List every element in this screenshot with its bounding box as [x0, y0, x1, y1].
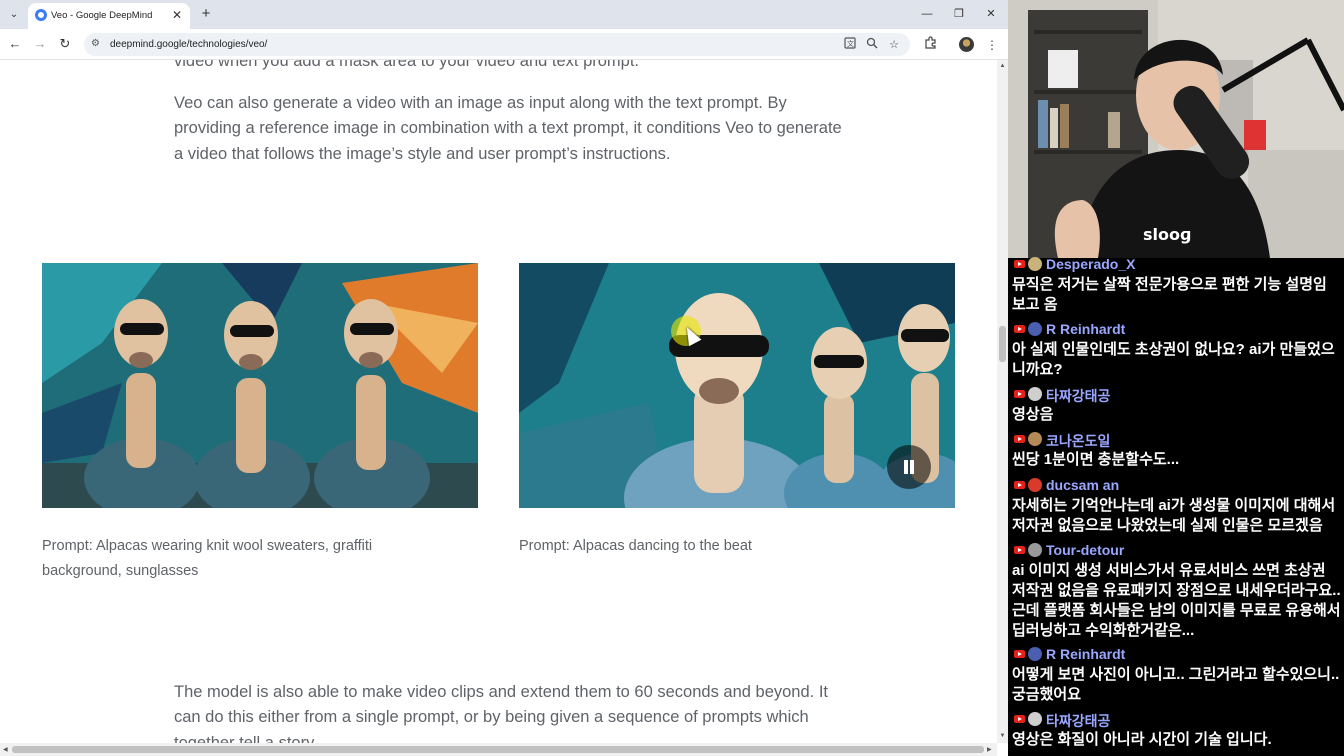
new-tab-button[interactable]: +: [197, 5, 215, 23]
chat-text: 어떻게 보면 사진이 아니고.. 그린거라고 할수있으니.. 궁금했어요: [1012, 666, 1340, 703]
pause-button[interactable]: [887, 445, 931, 489]
chat-message: 타짜강태공 영상음: [1012, 385, 1342, 425]
chat-username: 코나온도일: [1046, 433, 1111, 449]
url-text[interactable]: deepmind.google/technologies/veo/: [110, 39, 267, 50]
tab-close-icon[interactable]: ✕: [169, 7, 185, 23]
paragraph-extend-clips: The model is also able to make video cli…: [174, 683, 828, 743]
deepmind-favicon-icon: [35, 9, 47, 21]
scroll-down-icon[interactable]: ▼: [999, 733, 1006, 739]
live-chat: Desperado_X 뮤직은 저거는 살짝 전문가용으로 편한 기능 설명임 …: [1008, 255, 1344, 756]
youtube-icon: [1014, 390, 1025, 398]
avatar: [1028, 322, 1042, 336]
tab-search-icon[interactable]: ⌄: [5, 6, 23, 24]
youtube-icon: [1014, 546, 1025, 554]
chat-text: 뮤직은 저거는 살짝 전문가용으로 편한 기능 설명임 보고 옴: [1012, 276, 1327, 313]
chat-message: R Reinhardt 아 실제 인물인데도 초상권이 없나요? ai가 만들었…: [1012, 320, 1342, 380]
extensions-icon[interactable]: [921, 36, 939, 54]
minimize-button[interactable]: —: [916, 5, 938, 23]
stream-overlay: slooɡ Desperado_X 뮤직은 저거는 살짝 전문가용으로 편한 기…: [1008, 0, 1344, 756]
chat-message: Tour-detour ai 이미지 생성 서비스가서 유료서비스 쓰면 초상권…: [1012, 541, 1342, 641]
youtube-icon: [1014, 715, 1025, 723]
avatar: [1028, 432, 1042, 446]
paragraph-mask: video when you add a mask area to your v…: [174, 60, 640, 70]
profile-avatar[interactable]: [959, 37, 974, 52]
chat-username: 타짜강태공: [1046, 388, 1111, 404]
avatar: [1028, 387, 1042, 401]
avatar: [1028, 257, 1042, 271]
alpacas-sweaters-image: [42, 263, 478, 508]
horizontal-scroll-thumb[interactable]: [12, 746, 984, 753]
browser-toolbar: ← → ↻ ⚙ deepmind.google/technologies/veo…: [0, 29, 1008, 60]
chat-text: 영상은 화질이 아니라 시간이 기술 입니다.: [1012, 731, 1272, 748]
tab-strip: ⌄ Veo - Google DeepMind ✕ + — ❐ ✕: [0, 0, 1008, 29]
avatar: [1028, 543, 1042, 557]
chat-text: ai 이미지 생성 서비스가서 유료서비스 쓰면 초상권 저작권 없음을 유료패…: [1012, 562, 1341, 639]
paragraph-image-input: Veo can also generate a video with an im…: [174, 94, 842, 163]
vertical-scroll-thumb[interactable]: [999, 326, 1006, 362]
chat-username: Desperado_X: [1046, 256, 1136, 272]
svg-text:slooɡ: slooɡ: [1143, 225, 1191, 244]
close-window-button[interactable]: ✕: [980, 5, 1002, 23]
vertical-scrollbar[interactable]: ▲ ▼: [997, 60, 1008, 743]
chat-username: R Reinhardt: [1046, 321, 1126, 337]
chat-username: 타짜강태공: [1046, 713, 1111, 729]
chat-message: 타짜강태공 영상은 화질이 아니라 시간이 기술 입니다.: [1012, 710, 1342, 750]
youtube-icon: [1014, 481, 1025, 489]
scroll-left-icon[interactable]: ◀: [3, 746, 8, 753]
caption-alpacas-sweaters: Prompt: Alpacas wearing knit wool sweate…: [42, 538, 373, 579]
chat-username: ducsam an: [1046, 477, 1120, 493]
youtube-icon: [1014, 260, 1025, 268]
page-content: video when you add a mask area to your v…: [0, 60, 997, 743]
avatar: [1028, 478, 1042, 492]
webcam-feed: slooɡ: [1008, 0, 1344, 258]
chat-text: 아 실제 인물인데도 초상권이 없나요? ai가 만들었으니까요?: [1012, 341, 1335, 378]
address-bar[interactable]: ⚙ deepmind.google/technologies/veo/ 文 ☆: [84, 33, 910, 56]
tab-title: Veo - Google DeepMind: [51, 10, 153, 21]
chat-username: Tour-detour: [1046, 542, 1125, 558]
svg-text:文: 文: [847, 39, 854, 48]
menu-icon[interactable]: ⋮: [983, 36, 1001, 54]
youtube-icon: [1014, 650, 1025, 658]
restore-button[interactable]: ❐: [948, 5, 970, 23]
chat-text: 영상음: [1012, 406, 1054, 423]
browser-window: ⌄ Veo - Google DeepMind ✕ + — ❐ ✕ ← → ↻ …: [0, 0, 1008, 756]
scroll-right-icon[interactable]: ▶: [987, 746, 992, 753]
forward-button[interactable]: →: [31, 35, 49, 53]
chat-message: 코나온도일 씬당 1분이면 충분할수도...: [1012, 430, 1342, 470]
horizontal-scrollbar[interactable]: ◀ ▶: [0, 743, 997, 756]
site-info-icon[interactable]: ⚙: [91, 38, 103, 50]
bookmark-star-icon[interactable]: ☆: [886, 37, 902, 53]
tab-veo[interactable]: Veo - Google DeepMind ✕: [28, 3, 190, 29]
chat-text: 자세히는 기억안나는데 ai가 생성물 이미지에 대해서 저자권 없음으로 나왔…: [1012, 497, 1336, 534]
reload-button[interactable]: ↻: [56, 35, 74, 53]
chat-message: ducsam an 자세히는 기억안나는데 ai가 생성물 이미지에 대해서 저…: [1012, 476, 1342, 536]
chat-message: Desperado_X 뮤직은 저거는 살짝 전문가용으로 편한 기능 설명임 …: [1012, 255, 1342, 315]
back-button[interactable]: ←: [6, 35, 24, 53]
translate-icon[interactable]: 文: [842, 37, 858, 53]
chat-message: R Reinhardt 어떻게 보면 사진이 아니고.. 그린거라고 할수있으니…: [1012, 645, 1342, 705]
avatar: [1028, 647, 1042, 661]
alpacas-dancing-video[interactable]: [519, 263, 955, 508]
scroll-up-icon[interactable]: ▲: [999, 63, 1006, 69]
zoom-icon[interactable]: [864, 37, 880, 53]
youtube-icon: [1014, 325, 1025, 333]
chat-username: R Reinhardt: [1046, 646, 1126, 662]
caption-alpacas-dancing: Prompt: Alpacas dancing to the beat: [519, 538, 752, 554]
chat-text: 씬당 1분이면 충분할수도...: [1012, 451, 1180, 468]
youtube-icon: [1014, 435, 1025, 443]
avatar: [1028, 712, 1042, 726]
